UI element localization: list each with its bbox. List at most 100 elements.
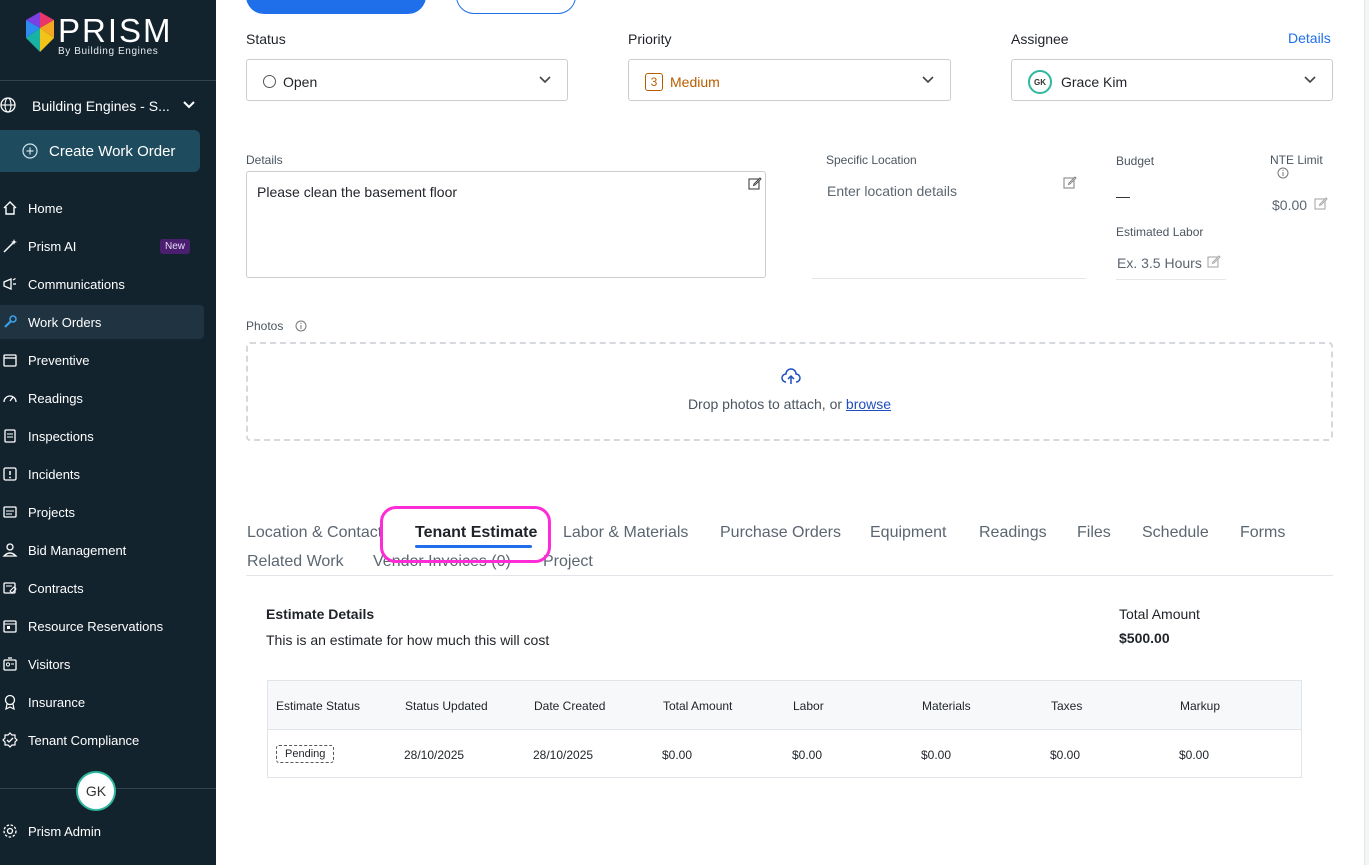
browse-link[interactable]: browse: [846, 396, 891, 412]
gear-icon: [3, 824, 17, 838]
status-select[interactable]: Open: [246, 59, 568, 101]
priority-select[interactable]: 3 Medium: [628, 59, 951, 101]
edit-icon[interactable]: [748, 176, 762, 190]
specific-location-field[interactable]: Enter location details: [812, 171, 1086, 279]
estimated-labor-label: Estimated Labor: [1116, 225, 1204, 239]
sidebar-item-home[interactable]: Home: [0, 191, 204, 225]
tab-forms[interactable]: Forms: [1240, 524, 1285, 542]
nte-limit-label: NTE Limit: [1270, 153, 1323, 167]
home-icon: [3, 201, 17, 215]
column-header: Markup: [1180, 699, 1221, 713]
user-avatar[interactable]: GK: [76, 771, 116, 811]
labor-underline: [1116, 279, 1226, 280]
tab-labor-materials[interactable]: Labor & Materials: [563, 524, 688, 542]
sidebar-item-projects[interactable]: Projects: [0, 495, 204, 529]
assignee-select[interactable]: GK Grace Kim: [1011, 59, 1333, 101]
tab-readings[interactable]: Readings: [979, 524, 1047, 542]
column-header: Date Created: [534, 699, 606, 713]
edit-icon[interactable]: [1063, 175, 1077, 189]
assignee-details-link[interactable]: Details: [1288, 30, 1331, 46]
sidebar-item-communications[interactable]: Communications: [0, 267, 204, 301]
new-badge: New: [160, 239, 191, 254]
badge-icon: [3, 657, 17, 671]
main-content: Status Open Priority 3 Medium Assignee D…: [216, 0, 1369, 865]
estimate-description: This is an estimate for how much this wi…: [266, 632, 550, 648]
sidebar-item-resource-reservations[interactable]: Resource Reservations: [0, 609, 204, 643]
sidebar-item-label: Home: [28, 201, 63, 216]
secondary-action-button[interactable]: [456, 0, 576, 14]
tab-files[interactable]: Files: [1077, 524, 1111, 542]
sidebar-item-label: Resource Reservations: [28, 619, 164, 634]
edit-icon[interactable]: [1207, 254, 1221, 268]
sidebar-item-prism-admin[interactable]: Prism Admin: [0, 814, 204, 848]
dropzone-instructions: Drop photos to attach, or: [687, 396, 846, 412]
dropzone-text: Drop photos to attach, or browse: [248, 396, 1331, 412]
column-header: Labor: [793, 699, 824, 713]
adjacent-panel-edge: [1364, 0, 1369, 865]
prism-logo-icon: [26, 12, 54, 52]
table-cell: $0.00: [921, 748, 952, 762]
photos-label: Photos: [246, 319, 284, 333]
table-cell: $0.00: [792, 748, 823, 762]
sidebar-item-label: Bid Management: [28, 543, 127, 558]
tab-equipment[interactable]: Equipment: [870, 524, 947, 542]
create-work-order-label: Create Work Order: [49, 143, 176, 160]
award-icon: [4, 694, 16, 710]
column-header: Materials: [922, 699, 971, 713]
sidebar-item-visitors[interactable]: Visitors: [0, 647, 204, 681]
sidebar-item-preventive[interactable]: Preventive: [0, 343, 204, 377]
location-placeholder: Enter location details: [827, 183, 957, 199]
primary-action-button[interactable]: [246, 0, 426, 14]
tab-related-work[interactable]: Related Work: [247, 553, 344, 571]
budget-label: Budget: [1116, 154, 1155, 168]
sidebar-item-tenant-compliance[interactable]: Tenant Compliance: [0, 723, 204, 757]
prism-logo[interactable]: PRISM By Building Engines: [26, 12, 196, 60]
details-label: Details: [246, 153, 283, 167]
info-icon[interactable]: [295, 320, 307, 332]
folder-icon: [3, 506, 17, 518]
info-icon[interactable]: [1277, 167, 1289, 179]
sidebar-item-work-orders[interactable]: Work Orders: [0, 305, 204, 339]
chevron-down-icon: [1304, 76, 1316, 84]
table-cell: 28/10/2025: [533, 748, 594, 762]
cloud-upload-icon: [781, 368, 801, 384]
sidebar-item-label: Prism Admin: [28, 824, 101, 839]
sidebar-item-contracts[interactable]: Contracts: [0, 571, 204, 605]
sidebar-item-label: Tenant Compliance: [28, 733, 140, 748]
sidebar-item-insurance[interactable]: Insurance: [0, 685, 204, 719]
tabs-divider: [246, 575, 1333, 576]
column-header: Status Updated: [405, 699, 488, 713]
column-header: Taxes: [1051, 699, 1083, 713]
priority-label: Priority: [628, 31, 672, 47]
edit-icon[interactable]: [1314, 196, 1328, 210]
sidebar-item-bid-management[interactable]: Bid Management: [0, 533, 204, 567]
sidebar-item-label: Contracts: [28, 581, 84, 596]
sidebar-item-label: Visitors: [28, 657, 71, 672]
column-header: Estimate Status: [276, 699, 361, 713]
total-amount-value: $500.00: [1119, 630, 1170, 646]
table-cell: $0.00: [1179, 748, 1210, 762]
budget-value: —: [1116, 188, 1130, 204]
details-textarea[interactable]: Please clean the basement floor: [246, 171, 766, 278]
sidebar-item-prism-ai[interactable]: Prism AI New: [0, 229, 204, 263]
building-selector[interactable]: Building Engines - S...: [0, 92, 216, 120]
tab-project[interactable]: Project: [543, 553, 593, 571]
calendar-icon: [3, 354, 17, 367]
alert-icon: [3, 467, 17, 481]
plus-circle-icon: [22, 143, 38, 159]
tab-purchase-orders[interactable]: Purchase Orders: [720, 524, 841, 542]
sidebar-item-inspections[interactable]: Inspections: [0, 419, 204, 453]
tab-location-contact[interactable]: Location & Contact: [247, 524, 382, 542]
details-value: Please clean the basement floor: [257, 184, 458, 200]
sidebar-item-incidents[interactable]: Incidents: [0, 457, 204, 491]
photo-dropzone[interactable]: Drop photos to attach, or browse: [246, 342, 1333, 441]
create-work-order-button[interactable]: Create Work Order: [0, 130, 200, 172]
sidebar-item-label: Incidents: [28, 467, 81, 482]
assignee-value: Grace Kim: [1061, 74, 1128, 90]
priority-number-badge: 3: [645, 73, 663, 91]
priority-value: Medium: [670, 74, 720, 90]
sidebar-item-readings[interactable]: Readings: [0, 381, 204, 415]
sidebar-divider: [0, 80, 216, 81]
tab-schedule[interactable]: Schedule: [1142, 524, 1209, 542]
estimated-labor-placeholder[interactable]: Ex. 3.5 Hours: [1117, 255, 1202, 271]
